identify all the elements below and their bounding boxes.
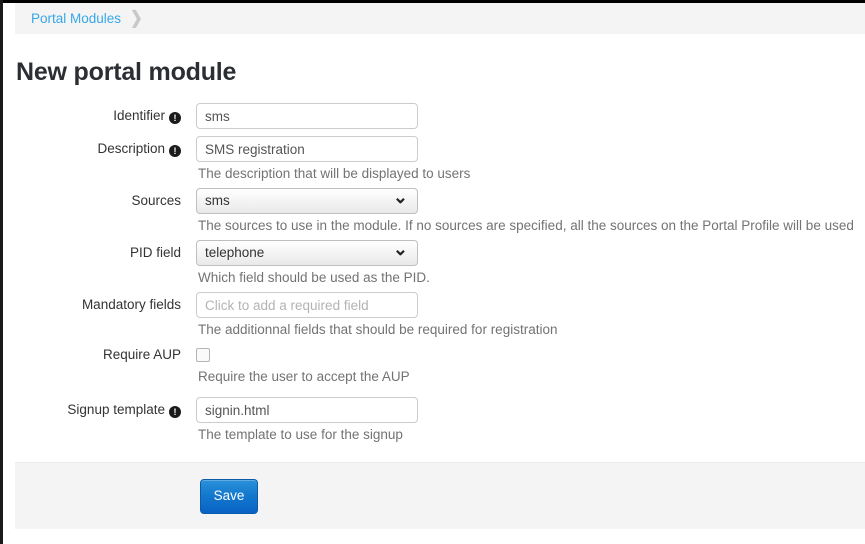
breadcrumb-item-portal-modules[interactable]: Portal Modules [31,11,121,26]
breadcrumb: Portal Modules ❯ [15,3,865,34]
select-dropdown[interactable]: telephone ⌄ [196,240,418,266]
form-row: Mandatory fields The additionnal fields t… [3,292,865,337]
field-control: sms ⌄ [196,188,418,214]
text-input[interactable] [196,292,418,318]
info-icon[interactable]: ! [169,112,181,124]
field-control [196,344,210,362]
field-label-text: Require AUP [102,347,181,362]
field-label: Identifier! [3,106,181,126]
field-help-text: Require the user to accept the AUP [198,369,410,384]
select-value: telephone [205,245,265,260]
field-label: Sources [3,191,181,211]
form-row: Require AUP Require the user to accept th… [3,344,865,384]
info-icon[interactable]: ! [169,145,181,157]
field-label-text: Identifier [113,108,165,123]
text-input[interactable] [196,103,418,129]
field-label-text: Signup template [67,402,165,417]
chevron-down-icon: ⌄ [392,187,408,207]
field-control [196,292,418,318]
text-input[interactable] [196,397,418,423]
field-label: Signup template! [3,400,181,420]
field-control [196,397,418,423]
form-row: Signup template! The template to use for … [3,397,865,442]
chevron-down-icon: ⌄ [392,239,408,259]
form-row: Description! The description that will be… [3,136,865,181]
field-label-text: Mandatory fields [81,297,181,312]
field-label: Require AUP [3,345,181,365]
select-dropdown[interactable]: sms ⌄ [196,188,418,214]
field-control: telephone ⌄ [196,240,418,266]
page-container: Portal Modules ❯ New portal module Ident… [3,3,865,544]
field-control [196,136,418,162]
field-label: Mandatory fields [3,295,181,315]
form-actions-bar: Save [15,462,865,529]
select-value: sms [205,193,230,208]
page-title: New portal module [16,58,237,86]
field-help-text: The additionnal fields that should be re… [198,322,558,337]
require-aup-checkbox[interactable] [196,348,210,362]
field-label-text: Description [97,141,165,156]
save-button[interactable]: Save [200,479,258,514]
field-control [196,103,418,129]
field-help-text: Which field should be used as the PID. [198,270,430,285]
info-icon[interactable]: ! [169,406,181,418]
field-help-text: The template to use for the signup [198,427,403,442]
field-label-text: PID field [129,245,181,260]
field-help-text: The sources to use in the module. If no … [198,218,854,233]
text-input[interactable] [196,136,418,162]
form-row: Identifier! [3,103,865,135]
field-label: Description! [3,139,181,159]
field-label: PID field [3,243,181,263]
field-label-text: Sources [131,193,181,208]
form-row: PID field telephone ⌄ Which field should be… [3,240,865,285]
chevron-right-icon: ❯ [130,8,143,29]
field-help-text: The description that will be displayed t… [198,166,471,181]
form-row: Sources sms ⌄ The sources to use in the mod… [3,188,865,233]
